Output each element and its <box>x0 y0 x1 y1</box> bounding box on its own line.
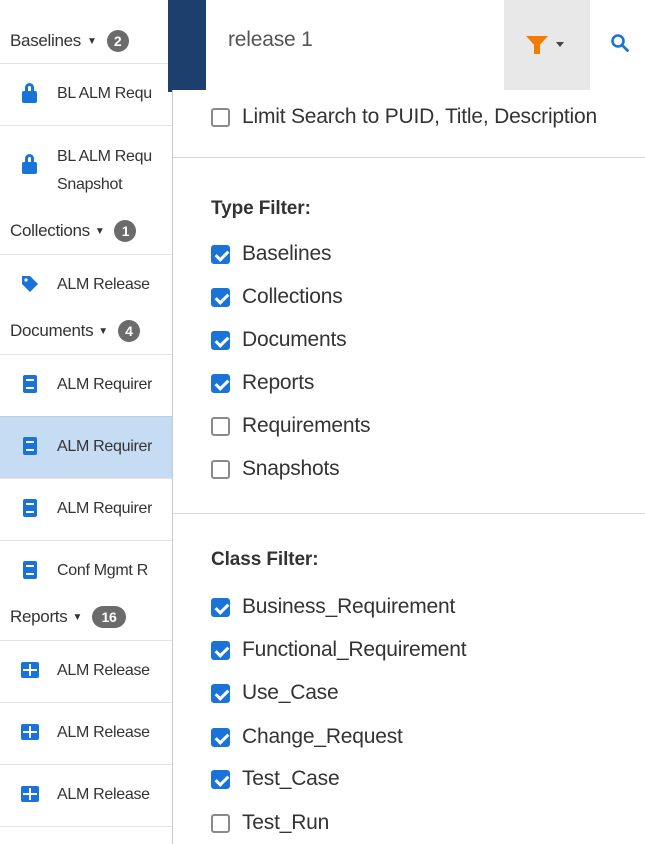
result-item-sublabel: Snapshot <box>57 176 123 193</box>
result-item[interactable]: ALM Requirer <box>0 478 172 540</box>
checkbox-label: Baselines <box>242 242 332 265</box>
limit-search-checkbox-row[interactable]: Limit Search to PUID, Title, Description <box>211 105 597 129</box>
result-item[interactable]: ALM Release <box>0 254 172 316</box>
report-grid-icon <box>20 721 40 743</box>
type-filter-requirements[interactable]: Requirements <box>211 414 371 438</box>
type-filter-reports[interactable]: Reports <box>211 371 314 395</box>
checkbox[interactable] <box>211 597 230 617</box>
checkbox-label: Business_Requirement <box>242 595 456 618</box>
result-item-selected[interactable]: ALM Requirer <box>0 416 172 478</box>
checkbox[interactable] <box>211 640 230 660</box>
checkbox-label: Test_Run <box>242 811 330 834</box>
document-icon <box>20 559 40 581</box>
count-badge: 16 <box>92 606 127 628</box>
class-filter-business-requirement[interactable]: Business_Requirement <box>211 595 455 619</box>
divider <box>173 513 645 514</box>
count-badge: 2 <box>106 30 129 52</box>
result-item[interactable]: ALM Release <box>0 702 172 764</box>
type-filter-documents[interactable]: Documents <box>211 328 347 352</box>
checkbox[interactable] <box>211 244 230 264</box>
result-item[interactable]: ALM Release <box>0 640 172 702</box>
checkbox-label: Test_Case <box>242 767 340 790</box>
result-item-label: BL ALM Requ <box>57 148 152 165</box>
class-filter-change-request[interactable]: Change_Request <box>211 725 403 749</box>
group-name: Documents <box>10 321 94 340</box>
filter-dropdown-button[interactable] <box>504 0 590 90</box>
result-item-label: ALM Requirer <box>57 438 153 455</box>
result-item-label: ALM Release <box>57 786 150 803</box>
caret-down-icon: ▼ <box>72 611 83 623</box>
header-accent-block <box>168 0 206 92</box>
class-filter-test-case[interactable]: Test_Case <box>211 767 340 791</box>
search-icon[interactable] <box>611 34 629 52</box>
checkbox[interactable] <box>211 769 230 789</box>
type-filter-snapshots[interactable]: Snapshots <box>211 457 340 481</box>
checkbox[interactable] <box>211 373 230 393</box>
checkbox-label: Use_Case <box>242 681 339 704</box>
search-bar: release 1 <box>206 0 645 91</box>
checkbox-label: Snapshots <box>242 457 340 480</box>
result-item[interactable]: BL ALM Requ <box>0 63 172 125</box>
checkbox-label: Collections <box>242 285 343 308</box>
checkbox[interactable] <box>211 330 230 350</box>
document-icon <box>20 497 40 519</box>
document-icon <box>20 373 40 395</box>
checkbox-label: Documents <box>242 328 347 351</box>
class-filter-title: Class Filter: <box>211 549 319 570</box>
checkbox-label: Functional_Requirement <box>242 638 467 661</box>
type-filter-title: Type Filter: <box>211 198 311 219</box>
lock-icon <box>20 82 40 104</box>
lock-icon <box>20 153 40 175</box>
type-filter-baselines[interactable]: Baselines <box>211 242 331 266</box>
checkbox[interactable] <box>211 416 230 436</box>
limit-search-checkbox[interactable] <box>211 107 230 127</box>
caret-down-icon: ▼ <box>94 225 105 237</box>
chevron-down-icon <box>556 42 564 47</box>
result-item-label: ALM Requirer <box>57 376 153 393</box>
result-item-label: ALM Release <box>57 662 150 679</box>
checkbox-label: Requirements <box>242 414 371 437</box>
checkbox-label: Change_Request <box>242 725 403 748</box>
class-filter-functional-requirement[interactable]: Functional_Requirement <box>211 638 467 662</box>
result-item-label: ALM Requirer <box>57 500 153 517</box>
result-item[interactable]: ALM Release <box>0 764 172 826</box>
result-item[interactable]: Conf Mgmt R <box>0 540 172 602</box>
result-item[interactable]: ALM Requirer <box>0 354 172 416</box>
checkbox[interactable] <box>211 287 230 307</box>
document-icon <box>20 435 40 457</box>
result-item-label: Conf Mgmt R <box>57 562 148 579</box>
count-badge: 1 <box>114 220 137 242</box>
group-name: Collections <box>10 221 90 240</box>
group-header-baselines[interactable]: Baselines ▼ 2 <box>10 30 172 52</box>
result-item-label: ALM Release <box>57 276 150 293</box>
type-filter-collections[interactable]: Collections <box>211 285 343 309</box>
caret-down-icon: ▼ <box>87 35 97 47</box>
checkbox[interactable] <box>211 459 230 479</box>
count-badge: 4 <box>117 320 140 342</box>
checkbox-label: Reports <box>242 371 315 394</box>
group-header-documents[interactable]: Documents ▼ 4 <box>10 320 172 342</box>
search-results-sidebar: Baselines ▼ 2 BL ALM Requ BL ALM Requ Sn… <box>0 0 173 844</box>
checkbox[interactable] <box>211 683 230 703</box>
class-filter-use-case[interactable]: Use_Case <box>211 681 339 705</box>
result-item[interactable]: BL ALM Requ Snapshot <box>0 125 172 215</box>
group-name: Baselines <box>10 31 82 50</box>
group-header-reports[interactable]: Reports ▼ 16 <box>10 606 172 628</box>
divider <box>173 157 645 158</box>
search-input[interactable]: release 1 <box>228 28 313 52</box>
filter-dropdown-panel: Limit Search to PUID, Title, Description… <box>172 90 645 844</box>
group-header-collections[interactable]: Collections ▼ 1 <box>10 220 172 242</box>
group-name: Reports <box>10 607 68 626</box>
result-item[interactable] <box>0 826 172 844</box>
limit-search-label: Limit Search to PUID, Title, Description <box>242 105 597 128</box>
report-grid-icon <box>20 783 40 805</box>
checkbox[interactable] <box>211 727 230 747</box>
report-grid-icon <box>20 659 40 681</box>
result-item-label: BL ALM Requ <box>57 85 152 102</box>
result-item-label: ALM Release <box>57 724 150 741</box>
checkbox[interactable] <box>211 813 230 833</box>
class-filter-test-run[interactable]: Test_Run <box>211 811 329 835</box>
caret-down-icon: ▼ <box>98 325 108 337</box>
tag-icon <box>20 273 40 295</box>
